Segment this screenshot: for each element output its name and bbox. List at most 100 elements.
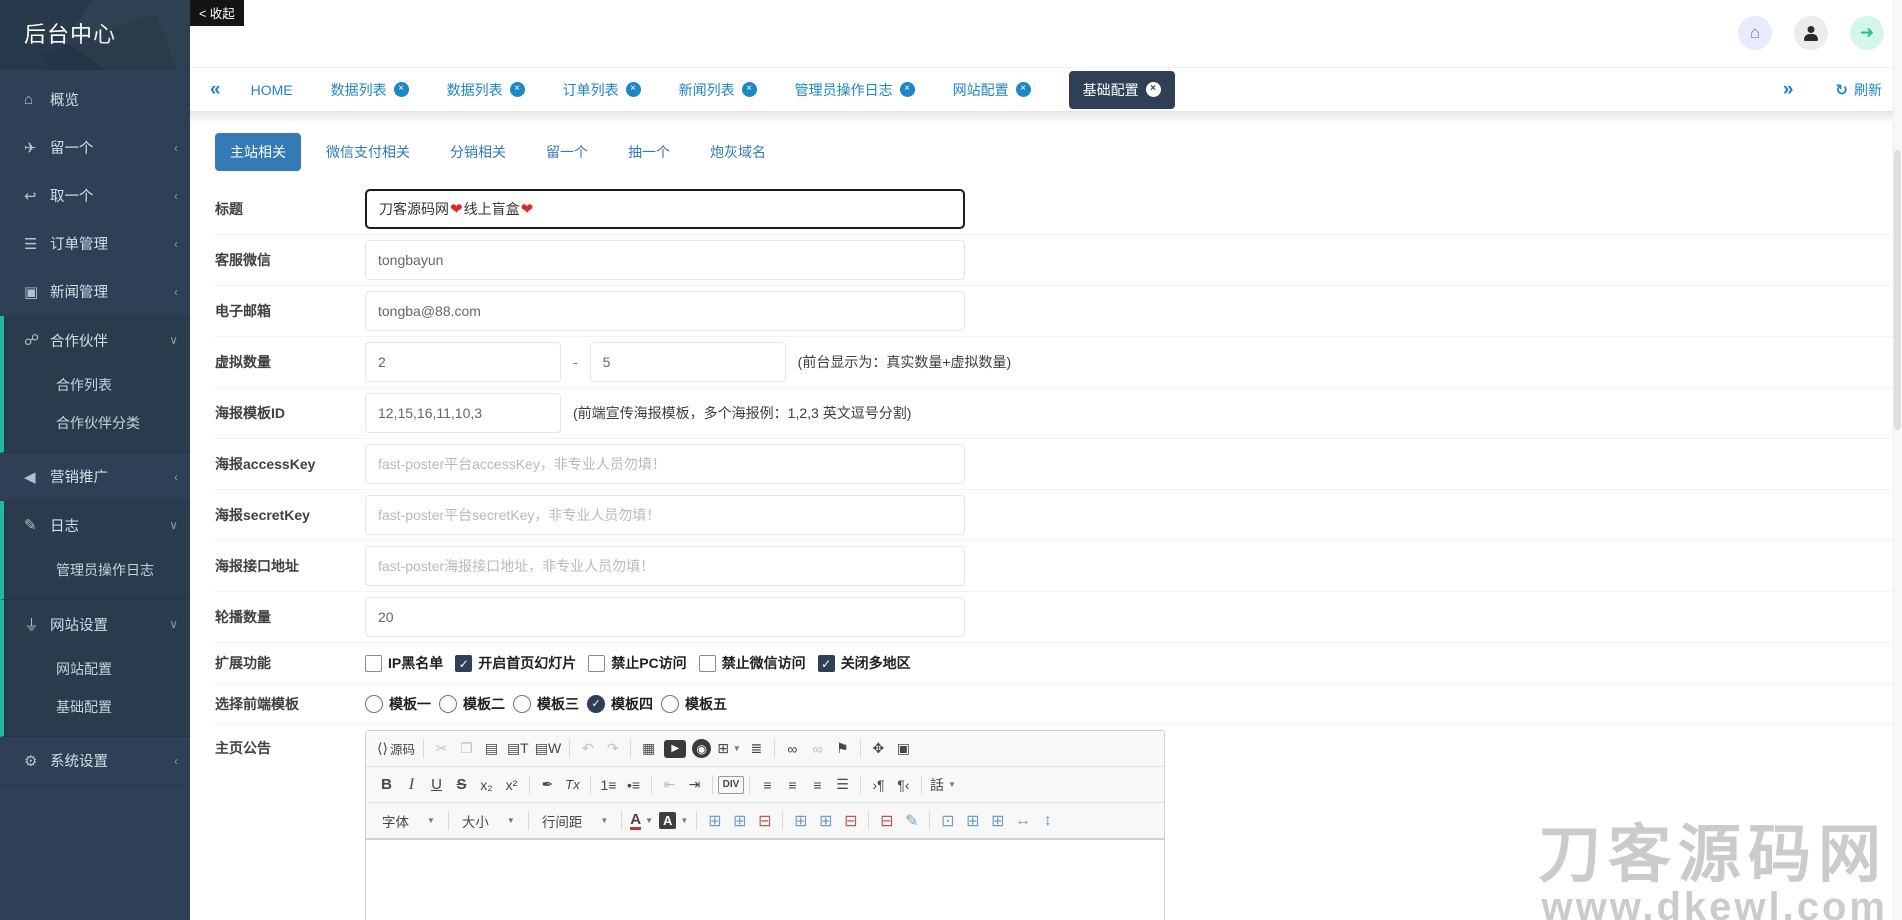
insert-row-below-button[interactable]: ⊞	[727, 808, 752, 833]
海报接口地址-input[interactable]	[365, 546, 965, 586]
bold-button[interactable]: B	[374, 772, 399, 797]
edit-table-button[interactable]: ✎	[899, 808, 924, 833]
page-scrollbar-thumb[interactable]	[1894, 150, 1901, 430]
logout-button[interactable]: ➜	[1850, 16, 1884, 50]
tab-数据列表[interactable]: 数据列表×	[447, 80, 525, 100]
div-container-button[interactable]: DIV	[718, 776, 744, 794]
radio-模板二[interactable]: ✓模板二	[439, 694, 505, 714]
checkbox-开启首页幻灯片[interactable]: ✓开启首页幻灯片	[455, 653, 576, 673]
form-tab-分销相关[interactable]: 分销相关	[435, 133, 521, 171]
image-button[interactable]: ▦	[636, 736, 661, 761]
sidebar-item-合作伙伴[interactable]: ☍合作伙伴∨	[4, 316, 190, 364]
horizontal-rule-button[interactable]: ≣	[744, 736, 769, 761]
虚拟数量-min-input[interactable]	[365, 342, 561, 382]
tab-close-icon[interactable]: ×	[394, 82, 409, 97]
海报secretKey-input[interactable]	[365, 495, 965, 535]
radio-模板三[interactable]: ✓模板三	[513, 694, 579, 714]
align-right-button[interactable]: ≡	[805, 772, 830, 797]
radio-模板一[interactable]: ✓模板一	[365, 694, 431, 714]
paste-from-word-button[interactable]: ▤W	[532, 736, 564, 761]
电子邮箱-input[interactable]	[365, 291, 965, 331]
merge-cells-vertical-button[interactable]: ↕	[1035, 808, 1060, 833]
table-button[interactable]: ⊞▼	[714, 736, 744, 761]
numbered-list-button[interactable]: 1≡	[596, 772, 621, 797]
form-tab-炮灰域名[interactable]: 炮灰域名	[695, 133, 781, 171]
language-button[interactable]: 話▼	[927, 772, 959, 797]
form-tab-抽一个[interactable]: 抽一个	[613, 133, 685, 171]
font-size-select[interactable]: 大小▼	[454, 811, 523, 831]
轮播数量-input[interactable]	[365, 597, 965, 637]
sidebar-item-日志[interactable]: ✎日志∨	[4, 501, 190, 549]
tab-close-icon[interactable]: ×	[626, 82, 641, 97]
sidebar-item-网站设置[interactable]: ⏚网站设置∨	[4, 600, 190, 648]
tab-close-icon[interactable]: ×	[742, 82, 757, 97]
tab-新闻列表[interactable]: 新闻列表×	[679, 80, 757, 100]
superscript-button[interactable]: x²	[499, 772, 524, 797]
sidebar-item-留一个[interactable]: ✈留一个‹	[0, 124, 190, 172]
user-button[interactable]	[1794, 16, 1828, 50]
sidebar-item-营销推广[interactable]: ◀营销推广‹	[0, 453, 190, 501]
maximize-button[interactable]: ✥	[866, 736, 891, 761]
align-center-button[interactable]: ≡	[780, 772, 805, 797]
underline-button[interactable]: U	[424, 772, 449, 797]
sidebar-item-系统设置[interactable]: ⚙系统设置‹	[0, 737, 190, 785]
tab-close-icon[interactable]: ×	[1146, 82, 1161, 97]
anchor-button[interactable]: ⚑	[830, 736, 855, 761]
sidebar-subitem-管理员操作日志[interactable]: 管理员操作日志	[4, 551, 190, 589]
tab-基础配置[interactable]: 基础配置×	[1069, 71, 1175, 109]
subscript-button[interactable]: x₂	[474, 772, 499, 797]
increase-indent-button[interactable]: ⇥	[682, 772, 707, 797]
source-button[interactable]: ⟨⟩源码	[374, 736, 418, 761]
font-select[interactable]: 字体▼	[374, 811, 443, 831]
tab-订单列表[interactable]: 订单列表×	[563, 80, 641, 100]
checkbox-禁止PC访问[interactable]: ✓禁止PC访问	[588, 653, 686, 673]
editor-content-area[interactable]	[366, 839, 1164, 920]
flash-button[interactable]: ◉	[692, 739, 711, 758]
paste-as-text-button[interactable]: ▤T	[504, 736, 532, 761]
tab-HOME[interactable]: HOME	[251, 82, 293, 98]
sidebar-subitem-基础配置[interactable]: 基础配置	[4, 688, 190, 726]
text-color-button[interactable]: A▼	[627, 808, 656, 833]
海报accessKey-input[interactable]	[365, 444, 965, 484]
refresh-button[interactable]: ↻ 刷新	[1835, 80, 1882, 100]
paste-button[interactable]: ▤	[479, 736, 504, 761]
checkbox-禁止微信访问[interactable]: ✓禁止微信访问	[699, 653, 806, 673]
delete-column-button[interactable]: ⊟	[838, 808, 863, 833]
checkbox-IP黑名单[interactable]: ✓IP黑名单	[365, 653, 443, 673]
copy-formatting-button[interactable]: ✒	[535, 772, 560, 797]
italic-button[interactable]: I	[399, 772, 424, 797]
sidebar-subitem-合作列表[interactable]: 合作列表	[4, 366, 190, 404]
tabs-scroll-left-button[interactable]: «	[210, 80, 221, 99]
sidebar-item-订单管理[interactable]: ☰订单管理‹	[0, 220, 190, 268]
align-left-button[interactable]: ≡	[755, 772, 780, 797]
text-direction-rtl-button[interactable]: ¶‹	[891, 772, 916, 797]
tab-close-icon[interactable]: ×	[1016, 82, 1031, 97]
merge-cells-horizontal-button[interactable]: ↔	[1010, 808, 1035, 833]
video-button[interactable]: ▶	[664, 740, 686, 758]
show-blocks-button[interactable]: ▣	[891, 736, 916, 761]
insert-column-left-button[interactable]: ⊞	[788, 808, 813, 833]
insert-column-right-button[interactable]: ⊞	[813, 808, 838, 833]
海报模板ID-input[interactable]	[365, 393, 561, 433]
tab-管理员操作日志[interactable]: 管理员操作日志×	[795, 80, 915, 100]
table-header-button[interactable]: ⊡	[935, 808, 960, 833]
sidebar-item-取一个[interactable]: ↩取一个‹	[0, 172, 190, 220]
strikethrough-button[interactable]: S	[449, 772, 474, 797]
align-justify-button[interactable]: ☰	[830, 772, 855, 797]
checkbox-关闭多地区[interactable]: ✓关闭多地区	[818, 653, 911, 673]
remove-format-button[interactable]: Tx	[560, 772, 585, 797]
tab-close-icon[interactable]: ×	[900, 82, 915, 97]
tab-close-icon[interactable]: ×	[510, 82, 525, 97]
delete-cell-button[interactable]: ⊟	[874, 808, 899, 833]
tabs-scroll-right-button[interactable]: »	[1783, 80, 1794, 99]
radio-模板四[interactable]: ✓模板四	[587, 694, 653, 714]
sidebar-collapse-button[interactable]: < 收起	[190, 0, 244, 26]
insert-row-above-button[interactable]: ⊞	[702, 808, 727, 833]
sidebar-item-新闻管理[interactable]: ▣新闻管理‹	[0, 268, 190, 316]
background-color-button[interactable]: A▼	[656, 808, 691, 833]
form-tab-微信支付相关[interactable]: 微信支付相关	[311, 133, 425, 171]
标题-input[interactable]: 刀客源码网❤线上盲盒❤	[365, 189, 965, 229]
line-height-select[interactable]: 行间距▼	[534, 811, 616, 831]
table-properties-button[interactable]: ⊞	[960, 808, 985, 833]
text-direction-ltr-button[interactable]: ›¶	[866, 772, 891, 797]
